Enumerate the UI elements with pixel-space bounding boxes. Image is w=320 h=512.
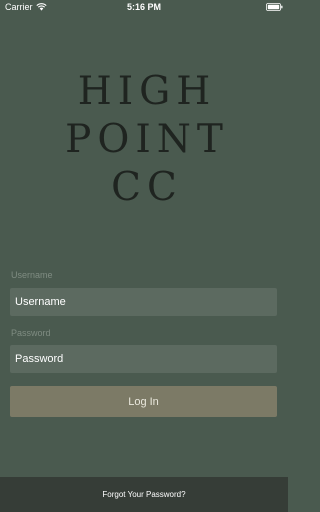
footer-bar: Forgot Your Password? [0,477,288,512]
logo-line-2: POINT [65,117,229,162]
club-logo: HIGH POINT CC [0,68,288,212]
username-input[interactable] [10,288,277,316]
logo-line-1: HIGH [77,69,217,114]
status-bar: Carrier 5:16 PM [0,0,288,14]
username-label: Username [11,270,53,280]
password-input[interactable] [10,345,277,373]
logo-line-3: CC [111,165,183,210]
password-label: Password [11,328,51,338]
status-time: 5:16 PM [126,2,161,12]
login-button[interactable]: Log In [10,386,277,417]
battery-icon [266,3,283,11]
forgot-password-link[interactable]: Forgot Your Password? [102,490,185,499]
